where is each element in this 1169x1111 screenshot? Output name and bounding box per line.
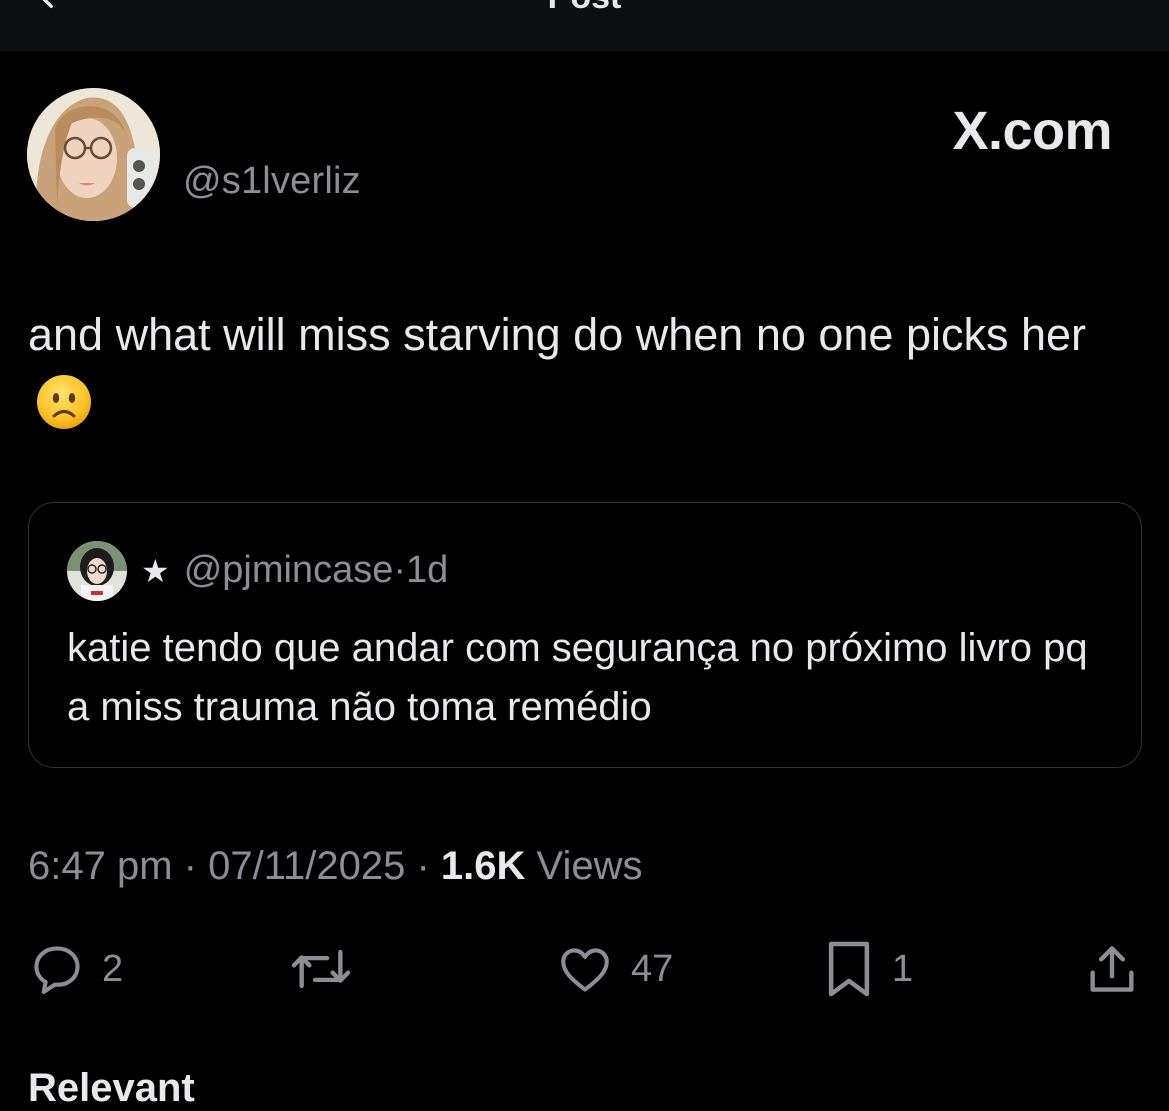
quoted-post-text: katie tendo que andar com segurança no p… bbox=[67, 626, 1088, 729]
action-bar: 2 47 1 bbox=[0, 938, 1169, 1000]
quoted-age: 1d bbox=[406, 549, 449, 591]
relevant-section-title: Relevant bbox=[28, 1066, 195, 1110]
slightly-frowning-face-icon bbox=[37, 375, 91, 429]
heart-icon bbox=[561, 948, 609, 992]
post-timestamp-line: 6:47 pm · 07/11/2025 · 1.6K Views bbox=[28, 844, 643, 889]
quoted-post-meta: ★ @pjmincase·1d bbox=[141, 549, 448, 592]
post-body: and what will miss starving do when no o… bbox=[28, 300, 1138, 440]
repost-icon bbox=[291, 949, 351, 989]
reply-icon bbox=[34, 946, 80, 995]
repost-button[interactable] bbox=[288, 938, 354, 1000]
reply-button[interactable]: 2 bbox=[28, 938, 123, 1000]
bookmark-button[interactable]: 1 bbox=[822, 938, 913, 1000]
site-watermark: X.com bbox=[952, 101, 1112, 161]
meta-separator: · bbox=[416, 844, 430, 888]
like-button[interactable]: 47 bbox=[555, 938, 673, 1000]
views-label: Views bbox=[536, 844, 643, 888]
bookmark-count: 1 bbox=[892, 947, 914, 990]
meta-separator: · bbox=[393, 549, 406, 591]
quoted-post-card[interactable]: ★ @pjmincase·1d katie tendo que andar com… bbox=[28, 502, 1142, 768]
author-handle[interactable]: @s1lverliz bbox=[183, 160, 361, 203]
post-text: and what will miss starving do when no o… bbox=[28, 309, 1087, 360]
meta-separator: · bbox=[183, 844, 197, 888]
share-button[interactable] bbox=[1082, 938, 1142, 1000]
views-count: 1.6K bbox=[440, 844, 526, 888]
top-bar: Post bbox=[0, 0, 1169, 51]
quoted-author-avatar[interactable] bbox=[67, 541, 127, 601]
bookmark-icon bbox=[828, 941, 870, 997]
post-time[interactable]: 6:47 pm bbox=[28, 844, 173, 888]
quoted-handle[interactable]: @pjmincase bbox=[184, 549, 394, 591]
author-avatar[interactable] bbox=[27, 88, 160, 221]
star-icon: ★ bbox=[141, 553, 170, 589]
page-title: Post bbox=[0, 0, 1169, 17]
share-icon bbox=[1090, 946, 1134, 992]
post-date[interactable]: 07/11/2025 bbox=[208, 844, 405, 888]
reply-count: 2 bbox=[102, 947, 124, 990]
like-count: 47 bbox=[631, 947, 674, 990]
